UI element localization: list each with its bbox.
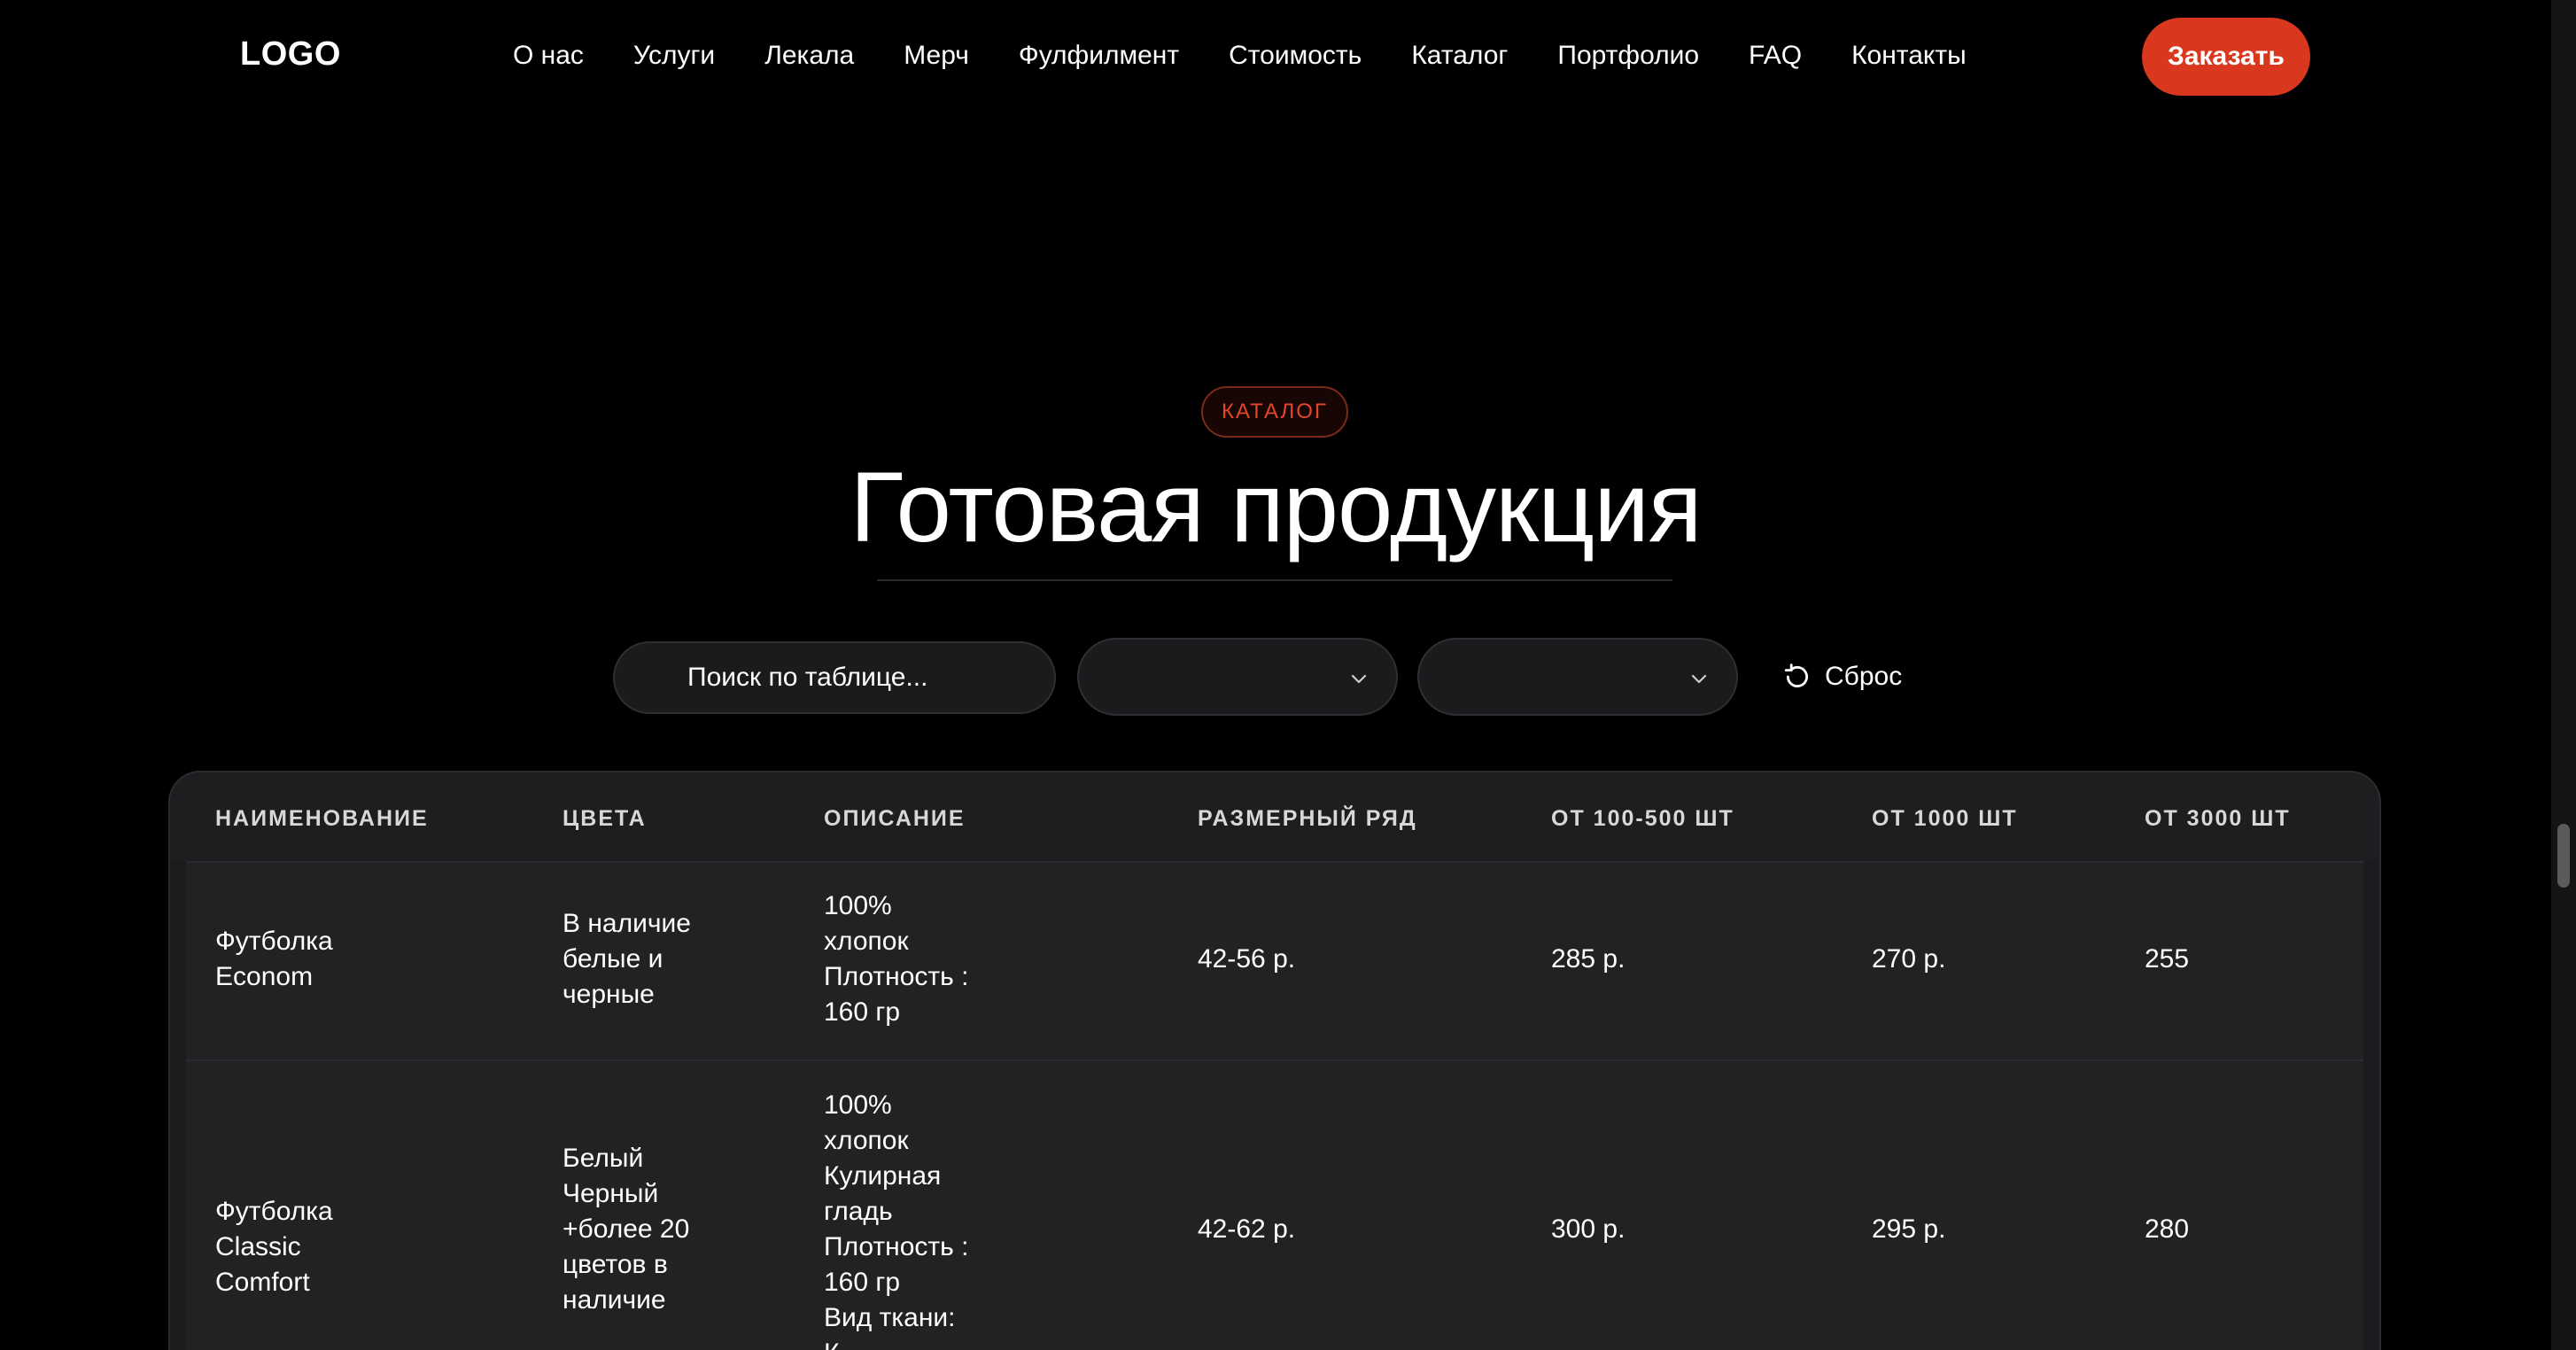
table-header: НАИМЕНОВАНИЕ ЦВЕТА ОПИСАНИЕ РАЗМЕРНЫЙ РЯ… <box>170 772 2379 861</box>
cell-price-3000: 280 <box>2145 1214 2190 1244</box>
column-header-name[interactable]: НАИМЕНОВАНИЕ <box>215 806 429 832</box>
column-header-description[interactable]: ОПИСАНИЕ <box>824 806 966 832</box>
column-header-colors[interactable]: ЦВЕТА <box>563 806 647 832</box>
chevron-down-icon <box>1351 674 1367 684</box>
column-header-sizes[interactable]: РАЗМЕРНЫЙ РЯД <box>1198 806 1417 832</box>
cell-price-100-500: 300 р. <box>1551 1214 1626 1244</box>
cell-colors: В наличие белые и черные <box>563 909 691 1009</box>
reset-label: Сброс <box>1825 662 1903 691</box>
cell-description: 100% хлопок Плотность : 160 гр <box>824 891 969 1027</box>
nav-link-contacts[interactable]: Контакты <box>1851 41 1967 71</box>
table-row: Футболка Econom В наличие белые и черные… <box>186 863 2363 1059</box>
column-header-price-1000[interactable]: ОТ 1000 ШТ <box>1872 806 2018 832</box>
nav-link-portfolio[interactable]: Портфолио <box>1557 41 1699 71</box>
cell-price-1000: 270 р. <box>1872 944 1946 974</box>
cell-sizes: 42-62 р. <box>1198 1214 1296 1244</box>
table-search-input[interactable] <box>613 641 1056 714</box>
nav-link-catalog[interactable]: Каталог <box>1411 41 1508 71</box>
filter-select-1[interactable] <box>1077 638 1398 716</box>
cell-name: Футболка Classic Comfort <box>215 1197 333 1297</box>
nav-link-patterns[interactable]: Лекала <box>764 41 854 71</box>
title-divider <box>877 579 1672 581</box>
filter-select-2[interactable] <box>1417 638 1738 716</box>
column-header-price-3000[interactable]: ОТ 3000 ШТ <box>2145 806 2291 832</box>
cell-colors: Белый Черный +более 20 цветов в наличие <box>563 1144 690 1315</box>
site-header: LOGO О нас Услуги Лекала Мерч Фулфилмент… <box>0 0 2551 115</box>
product-table: НАИМЕНОВАНИЕ ЦВЕТА ОПИСАНИЕ РАЗМЕРНЫЙ РЯ… <box>168 771 2381 1350</box>
section-badge: КАТАЛОГ <box>1201 386 1348 438</box>
nav-link-fulfillment[interactable]: Фулфилмент <box>1019 41 1179 71</box>
main-nav: О нас Услуги Лекала Мерч Фулфилмент Стои… <box>513 41 1967 71</box>
nav-link-about[interactable]: О нас <box>513 41 584 71</box>
cell-price-3000: 255 <box>2145 944 2190 974</box>
column-header-price-100-500[interactable]: ОТ 100-500 ШТ <box>1551 806 1734 832</box>
scrollbar-thumb[interactable] <box>2557 824 2570 888</box>
nav-link-merch[interactable]: Мерч <box>904 41 969 71</box>
logo[interactable]: LOGO <box>240 35 341 74</box>
cell-description: 100% хлопок Кулирная гладь Плотность : 1… <box>824 1090 969 1350</box>
cell-price-1000: 295 р. <box>1872 1214 1946 1244</box>
page: LOGO О нас Услуги Лекала Мерч Фулфилмент… <box>0 0 2576 1350</box>
reset-filters-button[interactable]: Сброс <box>1782 656 1902 698</box>
cell-price-100-500: 285 р. <box>1551 944 1626 974</box>
cell-name: Футболка Econom <box>215 927 333 991</box>
nav-link-services[interactable]: Услуги <box>633 41 715 71</box>
cell-sizes: 42-56 р. <box>1198 944 1296 974</box>
table-row: Футболка Classic Comfort Белый Черный +б… <box>186 1061 2363 1350</box>
nav-link-faq[interactable]: FAQ <box>1749 41 1802 71</box>
chevron-down-icon <box>1691 674 1707 684</box>
reset-icon <box>1784 663 1809 687</box>
nav-link-pricing[interactable]: Стоимость <box>1229 41 1362 71</box>
page-title: Готовая продукция <box>850 452 1702 562</box>
order-button[interactable]: Заказать <box>2142 18 2310 96</box>
page-scrollbar[interactable] <box>2551 0 2576 1350</box>
